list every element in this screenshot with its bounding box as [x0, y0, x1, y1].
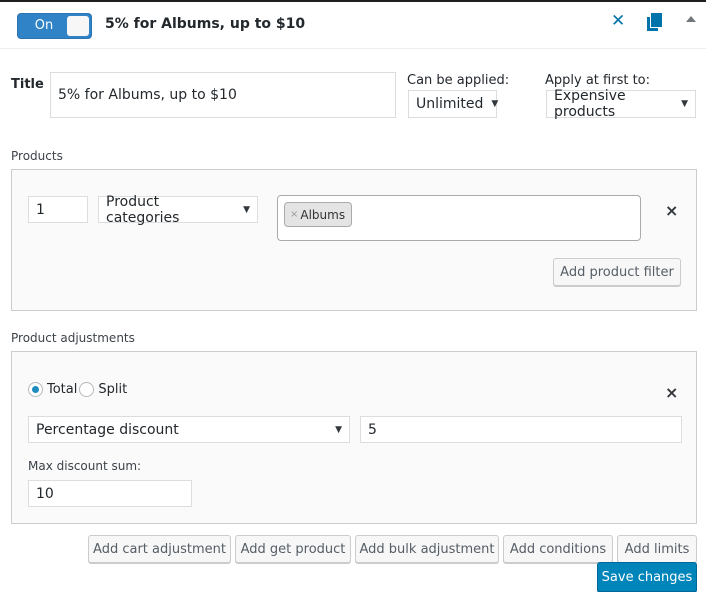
add-bulk-adjustment-button[interactable]: Add bulk adjustment — [355, 535, 499, 563]
rule-enabled-toggle[interactable]: On — [17, 13, 92, 39]
tag-label: Albums — [300, 207, 346, 222]
radio-split[interactable] — [79, 382, 95, 397]
chevron-down-icon: ▼ — [681, 99, 688, 109]
apply-first-select[interactable]: Expensive products ▼ — [546, 88, 696, 120]
product-filter-type-select[interactable]: Product categories ▼ — [98, 193, 258, 226]
radio-split-label: Split — [98, 382, 128, 397]
title-input[interactable]: 5% for Albums, up to $10 — [50, 72, 396, 118]
product-filter-type-value: Product categories — [106, 193, 180, 226]
close-icon[interactable]: ✕ — [611, 11, 625, 31]
product-quantity-value: 1 — [36, 201, 45, 218]
adjustments-section-label: Product adjustments — [11, 331, 135, 345]
adjustment-mode-radios: Total Split — [28, 382, 129, 397]
collapse-icon[interactable] — [686, 16, 696, 22]
add-product-filter-button[interactable]: Add product filter — [553, 258, 681, 286]
chevron-down-icon: ▼ — [335, 424, 342, 435]
category-tags-input[interactable]: × Albums — [277, 195, 641, 241]
can-be-applied-select[interactable]: Unlimited ▼ — [408, 90, 499, 118]
max-sum-label: Max discount sum: — [28, 459, 142, 473]
apply-first-label: Apply at first to: — [545, 73, 650, 88]
tag-albums: × Albums — [284, 202, 353, 227]
discount-value: 5 — [368, 421, 377, 438]
discount-value-input[interactable]: 5 — [360, 416, 682, 443]
max-sum-value: 10 — [36, 485, 54, 502]
products-section-label: Products — [11, 149, 63, 163]
radio-total-label: Total — [47, 382, 78, 397]
discount-type-select[interactable]: Percentage discount ▼ — [28, 416, 350, 443]
copy-icon[interactable] — [647, 13, 663, 31]
chevron-down-icon: ▼ — [243, 204, 250, 215]
add-cart-adjustment-button[interactable]: Add cart adjustment — [88, 535, 231, 563]
remove-adjustment-icon[interactable]: × — [665, 383, 678, 402]
title-input-value: 5% for Albums, up to $10 — [58, 87, 237, 103]
rule-header: On 5% for Albums, up to $10 ✕ — [0, 2, 706, 49]
add-limits-button[interactable]: Add limits — [617, 535, 697, 563]
radio-total[interactable] — [28, 382, 43, 397]
save-changes-button[interactable]: Save changes — [597, 562, 697, 592]
title-label: Title — [11, 77, 44, 92]
discount-type-value: Percentage discount — [36, 421, 179, 438]
apply-first-value: Expensive products — [554, 88, 626, 120]
tag-remove-icon[interactable]: × — [290, 209, 298, 220]
add-get-product-button[interactable]: Add get product — [235, 535, 351, 563]
max-sum-input[interactable]: 10 — [28, 480, 192, 507]
chevron-down-icon: ▼ — [491, 99, 499, 109]
can-be-applied-value: Unlimited — [416, 96, 484, 112]
rule-title: 5% for Albums, up to $10 — [105, 16, 306, 32]
toggle-knob — [67, 16, 89, 36]
can-be-applied-label: Can be applied: — [407, 73, 510, 88]
remove-product-filter-icon[interactable]: × — [665, 201, 678, 220]
add-conditions-button[interactable]: Add conditions — [503, 535, 613, 563]
toggle-label: On — [34, 18, 54, 33]
product-quantity-input[interactable]: 1 — [28, 196, 88, 223]
